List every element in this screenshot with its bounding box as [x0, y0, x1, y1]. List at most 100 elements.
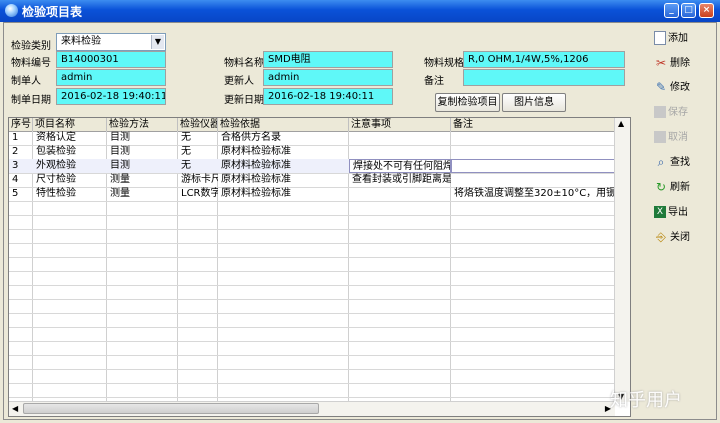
export-button[interactable]: X 导出: [654, 204, 688, 222]
note-label: 备注: [424, 76, 444, 87]
delete-label: 删除: [670, 58, 690, 69]
close-button[interactable]: ⎆ 关闭: [654, 229, 690, 247]
vertical-scrollbar[interactable]: ▲ ▼: [614, 118, 630, 402]
table-cell[interactable]: 焊接处不可有任何阻焊异: [349, 159, 451, 173]
category-value: 来料检验: [61, 36, 101, 47]
maximize-button[interactable]: □: [681, 3, 696, 18]
col-header-notes[interactable]: 注意事项: [349, 118, 451, 131]
close-window-button[interactable]: ×: [699, 3, 714, 18]
table-cell[interactable]: 3: [9, 159, 33, 173]
table-cell[interactable]: 包装检验: [33, 145, 107, 159]
note-field[interactable]: [463, 69, 625, 86]
grid-row-line: [9, 369, 615, 370]
scroll-left-icon[interactable]: ◀: [12, 404, 18, 413]
copy-items-button[interactable]: 复制检验项目: [435, 93, 500, 112]
table-cell[interactable]: 尺寸检验: [33, 173, 107, 187]
col-header-basis[interactable]: 检验依据: [218, 118, 349, 131]
table-cell[interactable]: 目测: [107, 131, 178, 145]
table-cell[interactable]: 无: [178, 131, 218, 145]
table-cell[interactable]: 2: [9, 145, 33, 159]
horizontal-scrollbar[interactable]: ◀ ▶: [9, 401, 615, 416]
table-cell[interactable]: 原材料检验标准: [218, 173, 349, 187]
table-cell[interactable]: 将烙铁温度调整至320±10°C，用镊子夹: [451, 187, 615, 201]
table-cell[interactable]: 目测: [107, 159, 178, 173]
table-cell[interactable]: 原材料检验标准: [218, 159, 349, 173]
horizontal-scroll-thumb[interactable]: [23, 403, 319, 414]
table-cell[interactable]: 外观检验: [33, 159, 107, 173]
refresh-button[interactable]: ↻ 刷新: [654, 179, 690, 197]
table-row[interactable]: 5特性检验测量LCR数字原材料检验标准 将烙铁温度调整至320±10°C，用镊子夹: [9, 187, 615, 201]
spec-label: 物料规格: [424, 58, 464, 69]
table-row[interactable]: 1 资格认定 目测无合格供方名录: [9, 131, 615, 145]
table-cell[interactable]: [451, 159, 615, 173]
save-button[interactable]: 保存: [654, 104, 688, 122]
table-cell[interactable]: 测量: [107, 173, 178, 187]
grid-row-line: [9, 383, 615, 384]
grid-row-line: [9, 215, 615, 216]
table-cell[interactable]: [349, 187, 451, 201]
code-label: 物料编号: [11, 58, 51, 69]
save-label: 保存: [668, 107, 688, 118]
col-header-item-name[interactable]: 项目名称: [33, 118, 107, 131]
grid-row-line: [9, 327, 615, 328]
table-cell[interactable]: 资格认定: [33, 131, 107, 145]
spec-field[interactable]: R,0 OHM,1/4W,5%,1206: [463, 51, 625, 68]
table-cell[interactable]: 合格供方名录: [218, 131, 349, 145]
table-cell[interactable]: LCR数字: [178, 187, 218, 201]
category-select[interactable]: 来料检验 ▼: [56, 33, 166, 51]
table-cell[interactable]: [451, 145, 615, 159]
table-cell[interactable]: 原材料检验标准: [218, 145, 349, 159]
edit-document-icon: ✎: [655, 80, 667, 94]
update-date-field[interactable]: 2016-02-18 19:40:11: [263, 88, 393, 105]
updater-field[interactable]: admin: [263, 69, 393, 86]
table-cell[interactable]: 无: [178, 145, 218, 159]
name-label: 物料名称: [224, 58, 264, 69]
refresh-label: 刷新: [670, 182, 690, 193]
delete-button[interactable]: ✂ 删除: [654, 55, 690, 73]
table-row[interactable]: 4 尺寸检验 测量 游标卡尺 原材料检验标准 查看封装或引脚距离是否: [9, 173, 615, 187]
table-row[interactable]: 3外观检验目测无原材料检验标准焊接处不可有任何阻焊异: [9, 159, 615, 173]
table-cell[interactable]: [349, 131, 451, 145]
query-button[interactable]: ⌕ 查找: [654, 154, 690, 172]
table-row[interactable]: 2 包装检验 目测无原材料检验标准: [9, 145, 615, 159]
table-cell[interactable]: 查看封装或引脚距离是否: [349, 173, 451, 187]
table-cell[interactable]: 游标卡尺: [178, 173, 218, 187]
col-header-remark[interactable]: 备注: [451, 118, 615, 131]
watermark: 知乎用户: [610, 390, 682, 411]
grid-row-line: [9, 243, 615, 244]
app-icon: [5, 4, 18, 17]
table-cell[interactable]: 特性检验: [33, 187, 107, 201]
col-header-instrument[interactable]: 检验仪器: [178, 118, 218, 131]
create-date-field[interactable]: 2016-02-18 19:40:11: [56, 88, 166, 105]
edit-button[interactable]: ✎ 修改: [654, 79, 690, 97]
update-date-label: 更新日期: [224, 95, 264, 106]
col-header-method[interactable]: 检验方法: [107, 118, 178, 131]
table-cell[interactable]: [451, 173, 615, 187]
table-cell[interactable]: 1: [9, 131, 33, 145]
col-header-no[interactable]: 序号: [9, 118, 33, 131]
table-cell[interactable]: 5: [9, 187, 33, 201]
add-button[interactable]: 添加: [654, 30, 688, 48]
minimize-button[interactable]: _: [664, 3, 679, 18]
add-label: 添加: [668, 33, 688, 44]
code-field[interactable]: B14000301: [56, 51, 166, 68]
table-cell[interactable]: 测量: [107, 187, 178, 201]
search-icon: ⌕: [657, 155, 665, 169]
table-cell[interactable]: [451, 131, 615, 145]
creator-field[interactable]: admin: [56, 69, 166, 86]
updater-label: 更新人: [224, 76, 254, 87]
name-field[interactable]: SMD电阻: [263, 51, 393, 68]
table-cell[interactable]: [349, 145, 451, 159]
table-cell[interactable]: 原材料检验标准: [218, 187, 349, 201]
excel-icon: X: [654, 206, 666, 218]
grid-row-line: [9, 313, 615, 314]
image-info-button[interactable]: 图片信息: [502, 93, 566, 112]
table-cell[interactable]: 无: [178, 159, 218, 173]
table-cell[interactable]: 目测: [107, 145, 178, 159]
scroll-up-icon[interactable]: ▲: [618, 119, 624, 128]
chevron-down-icon[interactable]: ▼: [151, 35, 164, 49]
cancel-label: 取消: [668, 132, 688, 143]
table-cell[interactable]: 4: [9, 173, 33, 187]
cancel-button[interactable]: 取消: [654, 129, 688, 147]
items-table[interactable]: 序号 项目名称 检验方法 检验仪器 检验依据 注意事项 备注 1 资格认定 目测无合…: [8, 117, 631, 417]
